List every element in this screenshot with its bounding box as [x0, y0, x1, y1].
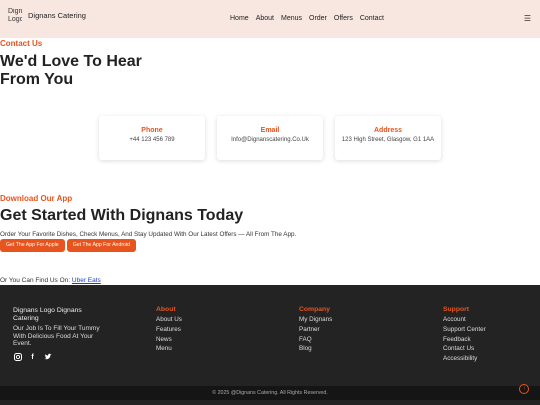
phone-card: Phone +44 123 456 789 — [99, 116, 205, 160]
app-description: Order Your Favorite Dishes, Check Menus,… — [0, 231, 297, 238]
footer-link[interactable]: Support Center — [443, 325, 486, 335]
footer-col-title: Company — [299, 306, 330, 313]
footer-link[interactable]: Contact Us — [443, 344, 486, 354]
phone-card-value[interactable]: +44 123 456 789 — [99, 137, 205, 144]
twitter-icon[interactable] — [43, 353, 52, 362]
footer-col-about: About About Us Features News Menu — [156, 306, 182, 354]
site-header: Dignans Logo Dignans Catering Home About… — [0, 0, 540, 38]
footer-link[interactable]: Features — [156, 325, 182, 335]
brand-name[interactable]: Dignans Catering — [28, 11, 86, 20]
brand[interactable]: Dignans Logo Dignans Catering — [8, 8, 86, 30]
scroll-to-top-arrow-icon[interactable]: ↑ — [519, 384, 529, 394]
footer-brand[interactable]: Dignans Logo Dignans Catering — [13, 307, 98, 323]
site-footer: Dignans Logo Dignans Catering Our Job Is… — [0, 285, 540, 405]
contact-eyebrow: Contact Us — [0, 39, 43, 48]
footer-link[interactable]: About Us — [156, 315, 182, 325]
email-card-title: Email — [260, 127, 280, 134]
find-us-label: Or You Can Find Us On: — [0, 277, 71, 284]
contact-cards: Phone +44 123 456 789 Email Info@Dignans… — [99, 116, 441, 160]
footer-col-title: Support — [443, 306, 470, 313]
nav-about[interactable]: About — [256, 15, 274, 22]
app-heading: Get Started With Dignans Today — [0, 207, 244, 224]
phone-card-title: Phone — [141, 127, 163, 134]
nav-offers[interactable]: Offers — [334, 15, 353, 22]
footer-link[interactable]: FAQ — [299, 335, 332, 345]
footer-col-title: About — [156, 306, 176, 313]
facebook-icon[interactable]: f — [28, 353, 37, 362]
logo-image[interactable]: Dignans Logo — [8, 8, 22, 30]
address-card-title: Address — [373, 127, 402, 134]
hamburger-menu-icon[interactable]: ☰ — [524, 14, 531, 23]
footer-link[interactable]: News — [156, 335, 182, 345]
footer-link[interactable]: Accessibility — [443, 354, 486, 364]
nav-order[interactable]: Order — [309, 15, 327, 22]
app-eyebrow: Download Our App — [0, 194, 73, 203]
email-card-value[interactable]: Info@Dignanscatering.Co.Uk — [217, 137, 323, 144]
address-card-value: 123 High Street, Glasgow, G1 1AA — [341, 137, 435, 143]
app-buttons: Get The App For Apple Get The App For An… — [0, 239, 136, 252]
email-card: Email Info@Dignanscatering.Co.Uk — [217, 116, 323, 160]
footer-link[interactable]: Partner — [299, 325, 332, 335]
contact-heading: We'd Love To Hear From You — [0, 53, 142, 88]
footer-tagline: Our Job Is To Fill Your Tummy With Delic… — [13, 325, 100, 347]
nav-home[interactable]: Home — [230, 15, 249, 22]
nav-contact[interactable]: Contact — [360, 15, 384, 22]
nav-menus[interactable]: Menus — [281, 15, 302, 22]
android-app-button[interactable]: Get The App For Android — [66, 239, 136, 252]
footer-link[interactable]: My Dignans — [299, 315, 332, 325]
footer-link[interactable]: Blog — [299, 344, 332, 354]
uber-eats-link[interactable]: Uber Eats — [72, 277, 101, 284]
social-links: f — [13, 353, 52, 362]
address-card: Address 123 High Street, Glasgow, G1 1AA — [335, 116, 441, 160]
footer-col-support: Support Account Support Center Feedback … — [443, 306, 486, 364]
instagram-icon[interactable] — [13, 353, 22, 362]
find-us: Or You Can Find Us On: Uber Eats — [0, 277, 101, 284]
apple-app-button[interactable]: Get The App For Apple — [0, 239, 65, 252]
footer-link[interactable]: Feedback — [443, 335, 486, 345]
footer-link[interactable]: Menu — [156, 344, 182, 354]
footer-col-company: Company My Dignans Partner FAQ Blog — [299, 306, 332, 354]
copyright: © 2025 @Dignans Catering. All Rights Res… — [0, 386, 540, 400]
footer-link[interactable]: Account — [443, 315, 486, 325]
main-nav: Home About Menus Order Offers Contact — [230, 15, 384, 22]
